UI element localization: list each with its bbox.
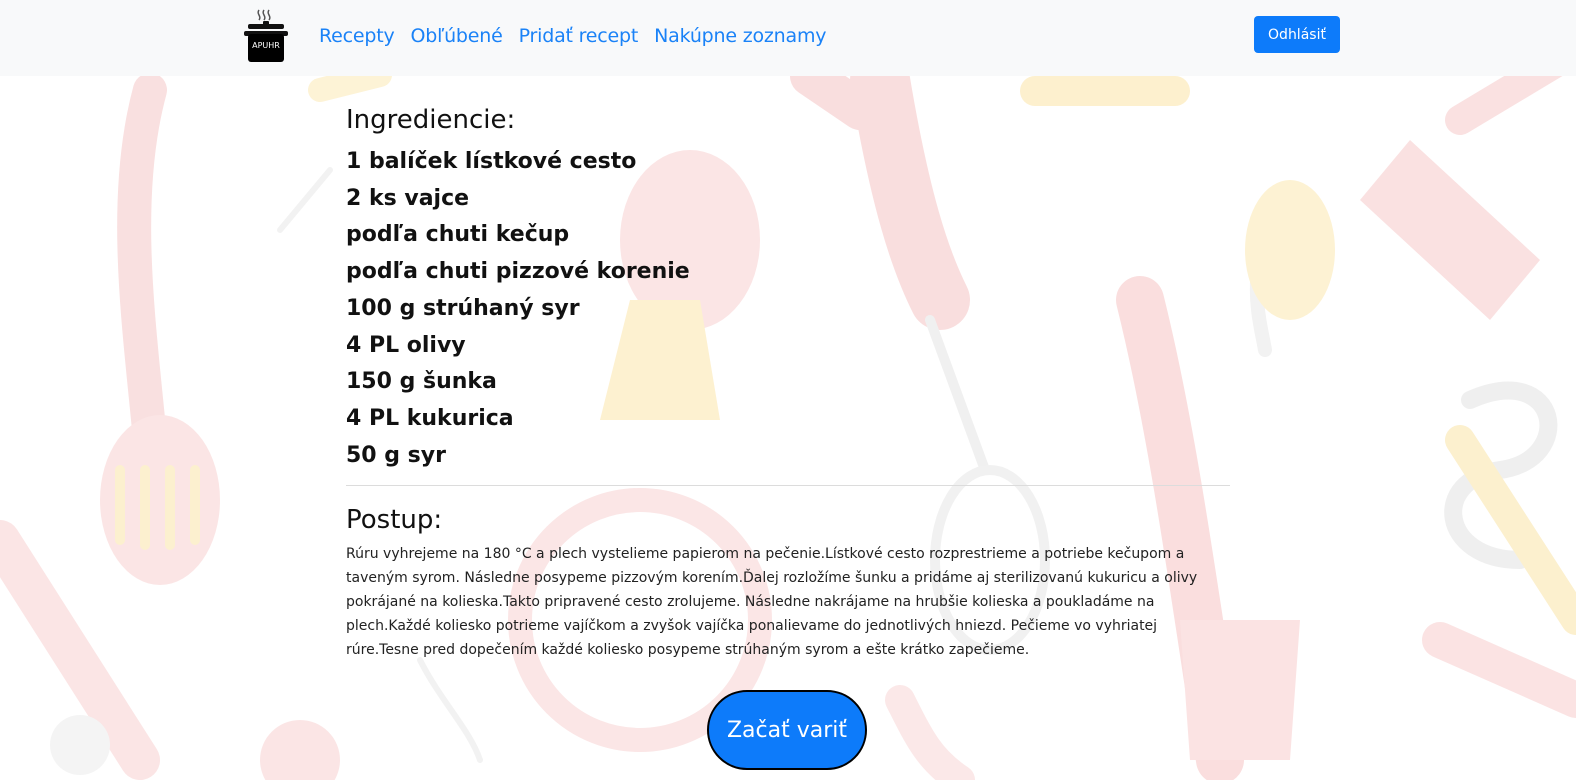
nav-links: Recepty Obľúbené Pridať recept Nakúpne z…	[319, 22, 827, 50]
ingredient-item: 4 PL olivy	[346, 332, 466, 358]
logout-button[interactable]: Odhlásiť	[1254, 16, 1340, 53]
recipe-content: Ingrediencie: 1 balíček lístkové cesto 2…	[346, 96, 1230, 662]
ingredient-item: 150 g šunka	[346, 369, 497, 395]
apuhr-logo[interactable]: APUHR	[242, 8, 290, 66]
nav-link-pridat-recept[interactable]: Pridať recept	[519, 22, 639, 50]
ingredient-item: 1 balíček lístkové cesto	[346, 149, 637, 174]
procedure-title: Postup:	[346, 505, 443, 536]
nav-link-recepty[interactable]: Recepty	[319, 22, 395, 50]
cooking-pot-icon	[244, 9, 288, 62]
logo-text: APUHR	[252, 41, 280, 50]
procedure-text: Rúru vyhrejeme na 180 °C a plech vysteli…	[346, 546, 1198, 659]
ingredient-item: 100 g strúhaný syr	[346, 295, 580, 321]
top-navbar: APUHR Recepty Obľúbené Pridať recept Nak…	[0, 0, 1576, 76]
ingredient-item: 2 ks vajce	[346, 185, 470, 211]
ingredients-list: 1 balíček lístkové cesto 2 ks vajce podľ…	[346, 144, 1230, 474]
start-cooking-button[interactable]: Začať variť	[707, 690, 867, 770]
nav-link-nakupne-zoznamy[interactable]: Nakúpne zoznamy	[654, 22, 826, 50]
ingredient-item: 50 g syr	[346, 442, 446, 468]
section-divider	[346, 485, 1230, 487]
ingredient-item: podľa chuti pizzové korenie	[346, 259, 690, 285]
ingredient-item: 4 PL kukurica	[346, 405, 514, 431]
ingredients-title: Ingrediencie:	[346, 105, 516, 135]
ingredient-item: podľa chuti kečup	[346, 222, 570, 248]
nav-link-oblubene[interactable]: Obľúbené	[411, 22, 503, 50]
